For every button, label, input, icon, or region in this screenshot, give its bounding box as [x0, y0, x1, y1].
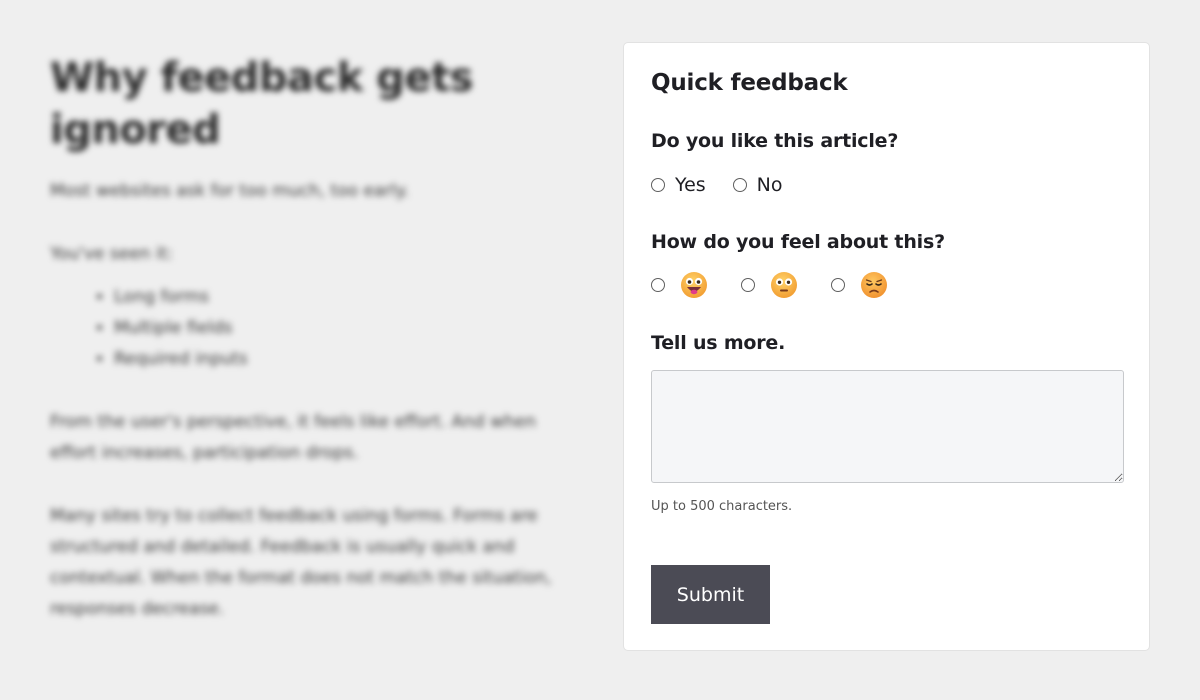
- question-feel-label: How do you feel about this?: [651, 231, 945, 253]
- article-intro: Most websites ask for too much, too earl…: [50, 181, 410, 201]
- happy-face-icon: [681, 272, 707, 298]
- yes-label: Yes: [675, 174, 706, 196]
- feel-radio-group: [651, 271, 888, 299]
- sad-radio[interactable]: [831, 278, 845, 292]
- yes-radio[interactable]: [651, 178, 665, 192]
- character-limit-hint: Up to 500 characters.: [651, 499, 793, 514]
- neutral-face-icon: [771, 272, 797, 298]
- submit-button[interactable]: Submit: [651, 565, 770, 624]
- article-list: Long forms Multiple fields Required inpu…: [50, 282, 555, 375]
- list-item: Long forms: [114, 282, 555, 313]
- question-more-label: Tell us more.: [651, 332, 786, 354]
- like-radio-group: Yes No: [651, 174, 783, 196]
- happy-radio[interactable]: [651, 278, 665, 292]
- question-like-label: Do you like this article?: [651, 130, 899, 152]
- sad-face-icon: [861, 272, 887, 298]
- no-radio[interactable]: [732, 178, 747, 192]
- article-paragraph: Many sites try to collect feedback using…: [50, 506, 552, 619]
- list-item: Required inputs: [114, 344, 555, 375]
- list-item: Multiple fields: [114, 313, 555, 344]
- article-title: Why feedback gets ignored: [50, 55, 473, 153]
- like-option-yes[interactable]: Yes: [651, 174, 706, 196]
- neutral-radio[interactable]: [741, 278, 755, 292]
- like-option-no[interactable]: No: [732, 174, 783, 196]
- no-label: No: [756, 174, 783, 196]
- feedback-title: Quick feedback: [651, 70, 848, 96]
- article-paragraph: From the user's perspective, it feels li…: [50, 412, 537, 463]
- feedback-textarea[interactable]: [651, 370, 1124, 483]
- article: Why feedback gets ignored Most websites …: [50, 52, 555, 657]
- feel-option-neutral[interactable]: [741, 271, 798, 299]
- feedback-card: Quick feedback Do you like this article?…: [623, 42, 1150, 651]
- article-lead-in: You've seen it:: [50, 244, 173, 264]
- page: Why feedback gets ignored Most websites …: [0, 0, 1200, 700]
- feel-option-sad[interactable]: [831, 271, 888, 299]
- feel-option-happy[interactable]: [651, 271, 708, 299]
